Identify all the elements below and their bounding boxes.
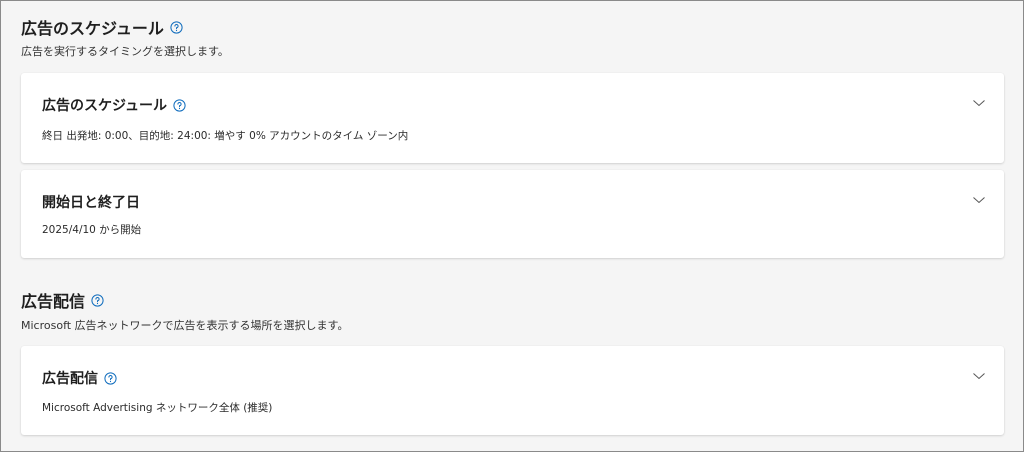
schedule-card-title-text: 広告のスケジュール bbox=[42, 98, 168, 114]
delivery-card[interactable]: 広告配信 Microsoft Advertising ネットワーク全体 (推奨) bbox=[21, 346, 1004, 435]
delivery-card-detail: Microsoft Advertising ネットワーク全体 (推奨) bbox=[42, 402, 273, 414]
help-icon[interactable] bbox=[91, 293, 104, 307]
chevron-down-icon[interactable] bbox=[972, 98, 986, 108]
delivery-section-subtitle: Microsoft 広告ネットワークで広告を表示する場所を選択します。 bbox=[21, 319, 349, 332]
schedule-card[interactable]: 広告のスケジュール 終日 出発地: 0:00、目的地: 24:00: 増やす 0… bbox=[21, 73, 1004, 163]
dates-card-title: 開始日と終了日 bbox=[42, 192, 140, 212]
chevron-down-icon[interactable] bbox=[972, 371, 986, 381]
schedule-card-title: 広告のスケジュール bbox=[42, 95, 186, 115]
delivery-section-title-text: 広告配信 bbox=[21, 292, 86, 311]
dates-card-title-text: 開始日と終了日 bbox=[42, 195, 140, 211]
delivery-card-title-text: 広告配信 bbox=[42, 371, 98, 387]
schedule-section-title: 広告のスケジュール bbox=[21, 15, 183, 39]
help-icon[interactable] bbox=[173, 98, 186, 112]
delivery-card-title: 広告配信 bbox=[42, 368, 117, 388]
dates-card-detail: 2025/4/10 から開始 bbox=[42, 224, 142, 236]
delivery-section-title: 広告配信 bbox=[21, 288, 104, 312]
chevron-down-icon[interactable] bbox=[972, 195, 986, 205]
schedule-card-detail: 終日 出発地: 0:00、目的地: 24:00: 増やす 0% アカウントのタイ… bbox=[42, 130, 409, 142]
help-icon[interactable] bbox=[104, 371, 117, 385]
schedule-section-title-text: 広告のスケジュール bbox=[21, 19, 164, 38]
dates-card[interactable]: 開始日と終了日 2025/4/10 から開始 bbox=[21, 170, 1004, 258]
help-icon[interactable] bbox=[170, 20, 183, 34]
schedule-section-subtitle: 広告を実行するタイミングを選択します。 bbox=[21, 45, 229, 58]
